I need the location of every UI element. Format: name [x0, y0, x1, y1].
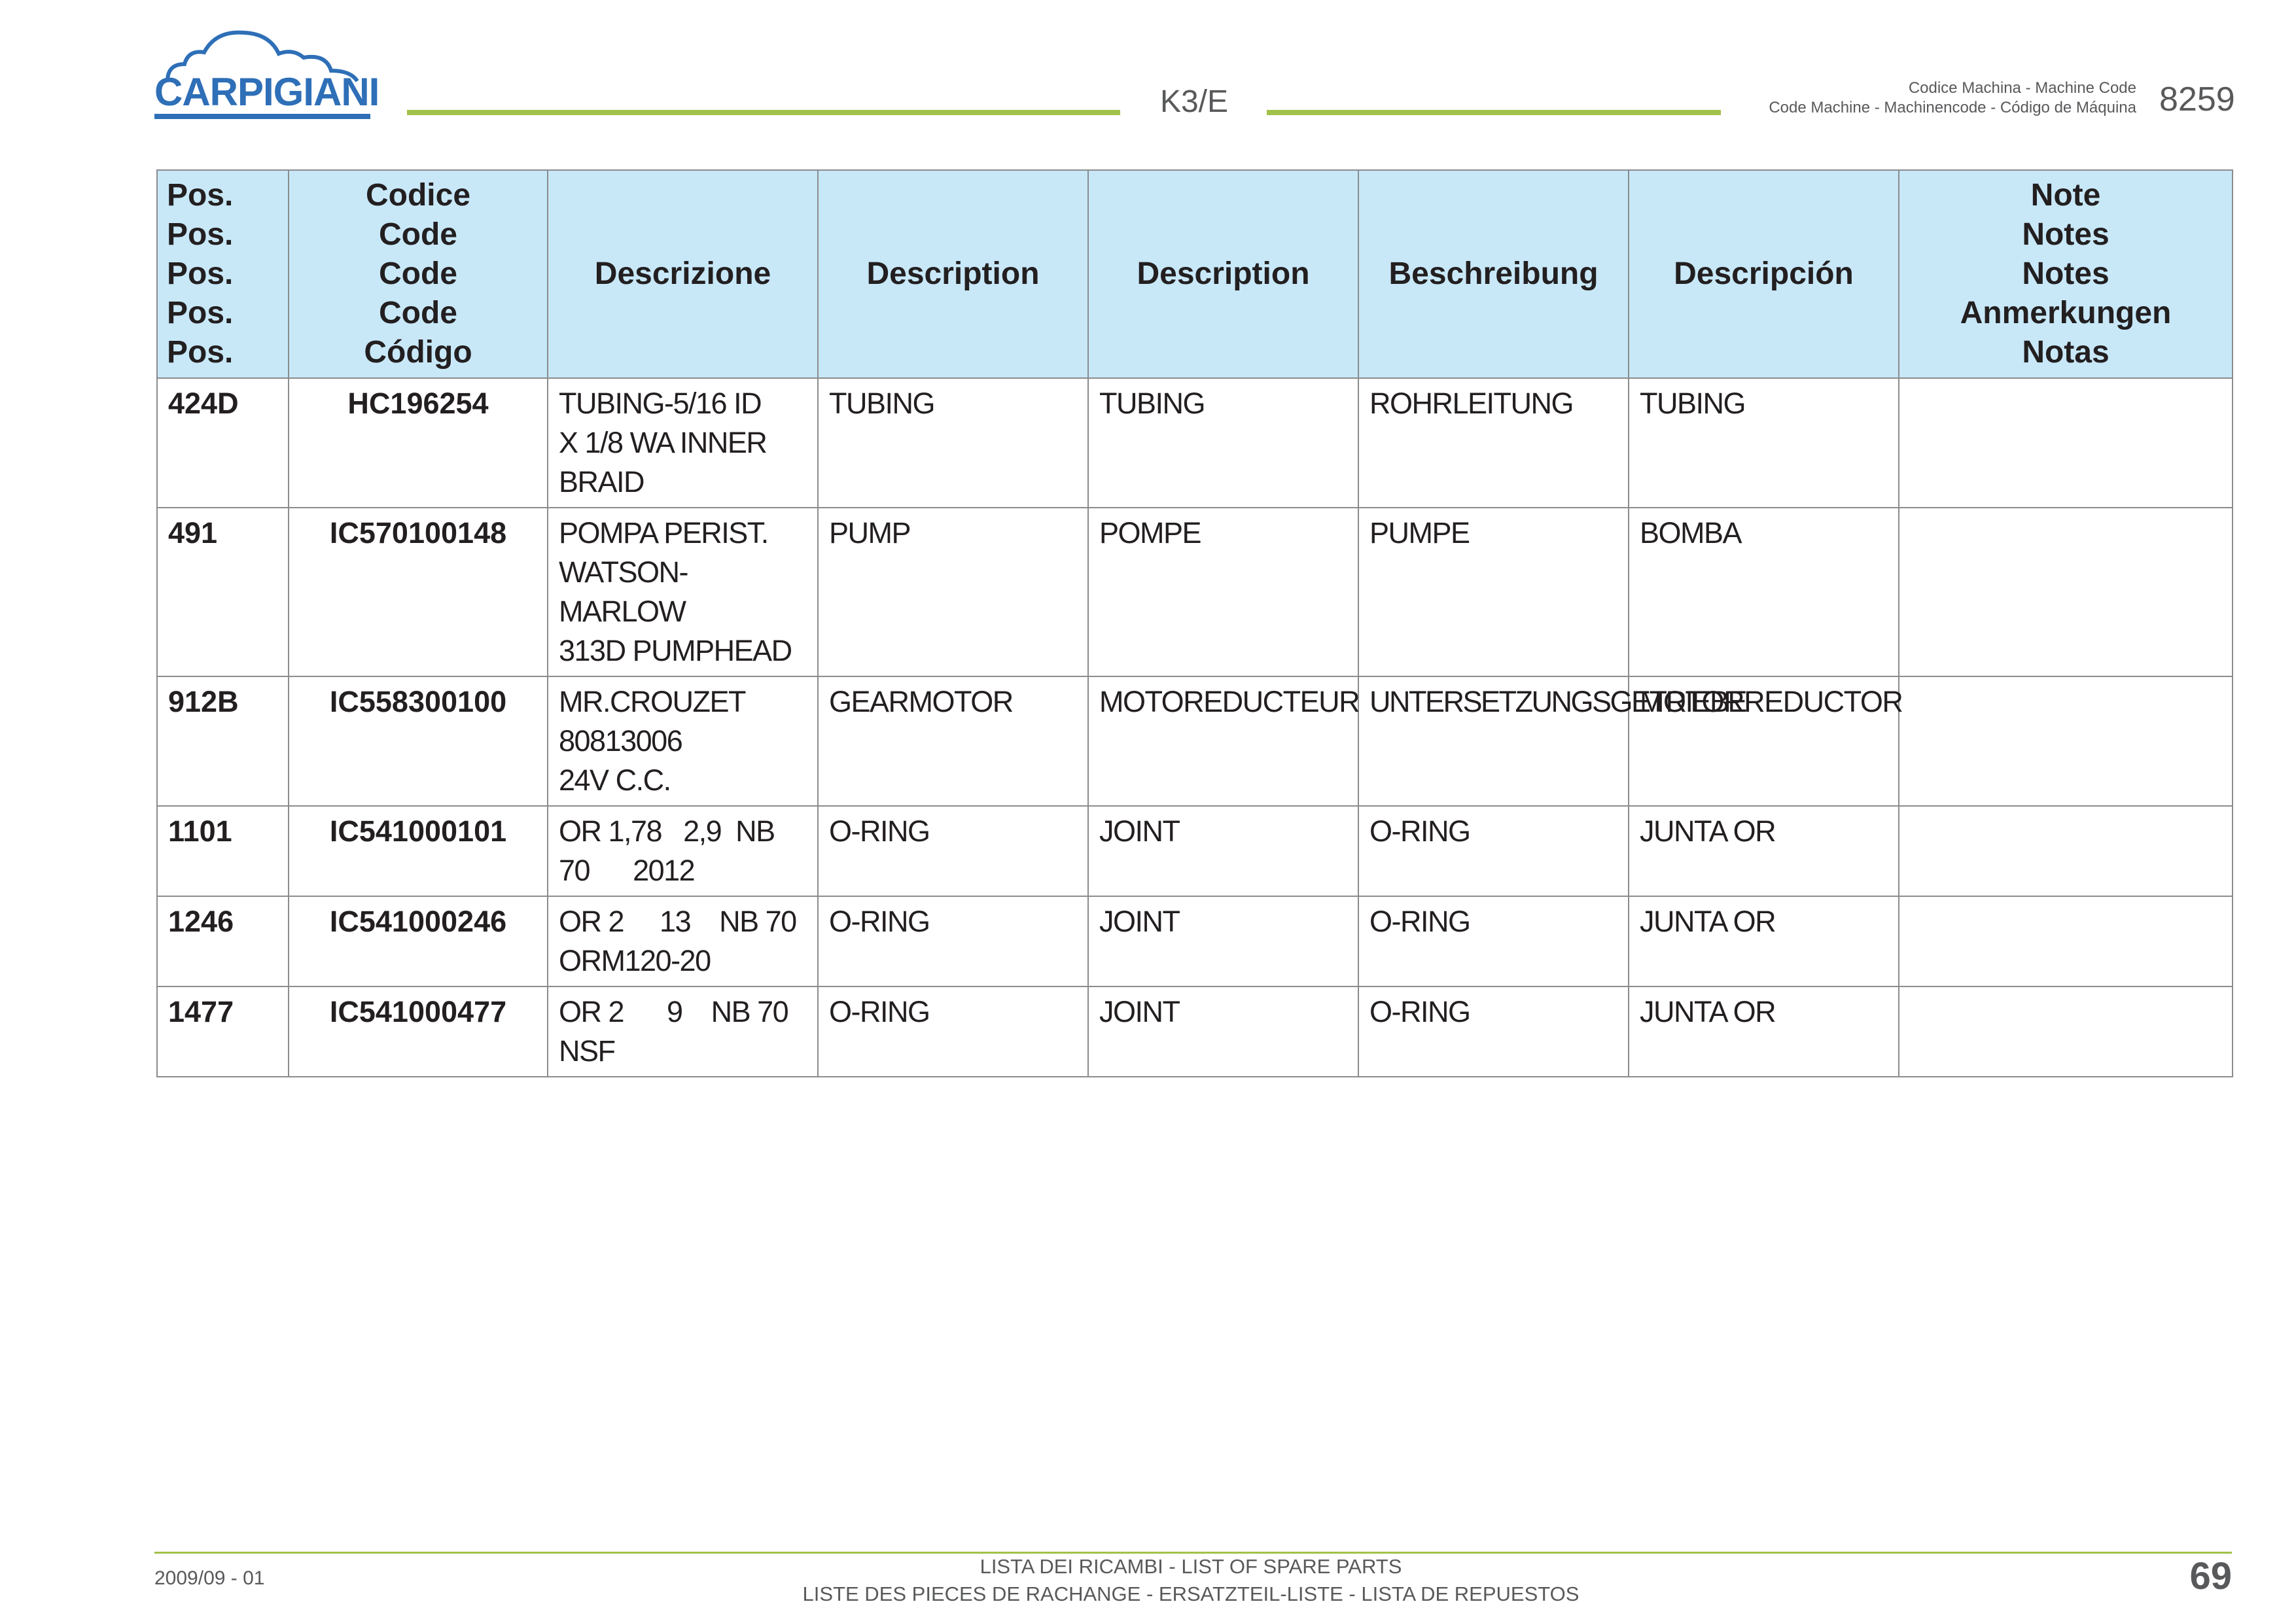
row-code: IC570100148 — [288, 507, 548, 677]
row-desc-it: POMPA PERIST. WATSON-MARLOW 313D PUMPHEA… — [547, 507, 819, 677]
table-row: 1246 IC541000246 OR 2 13 NB 70 ORM120-20… — [156, 896, 2233, 987]
machine-code-label-1: Codice Machina - Machine Code — [1908, 79, 2136, 97]
row-desc-fr: JOINT — [1087, 805, 1359, 897]
header-code: Codice Code Code Code Código — [288, 169, 548, 379]
row-pos: 1246 — [156, 896, 289, 987]
row-desc-es: JUNTA OR — [1628, 896, 1899, 987]
row-pos: 424D — [156, 377, 289, 508]
machine-code: 8259 — [2159, 80, 2235, 118]
row-note — [1898, 896, 2233, 987]
row-note — [1898, 507, 2233, 677]
header-rule-right — [1267, 110, 1721, 115]
machine-code-labels: Codice Machina - Machine Code Code Machi… — [1769, 79, 2136, 118]
row-desc-en: O-RING — [817, 986, 1089, 1077]
header-beschreibung: Beschreibung — [1358, 169, 1629, 379]
footer-date: 2009/09 - 01 — [154, 1567, 265, 1589]
row-desc-en: GEARMOTOR — [817, 676, 1089, 807]
table-row: 912B IC558300100 MR.CROUZET 80813006 24V… — [156, 676, 2233, 807]
brand-name: CARPIGIANI — [154, 70, 380, 114]
row-note — [1898, 377, 2233, 508]
row-desc-it: OR 2 13 NB 70 ORM120-20 — [547, 896, 819, 987]
row-desc-fr: POMPE — [1087, 507, 1359, 677]
row-desc-de: ROHRLEITUNG — [1358, 377, 1629, 508]
header-pos: Pos. Pos. Pos. Pos. Pos. — [156, 169, 289, 379]
row-note — [1898, 676, 2233, 807]
row-desc-fr: JOINT — [1087, 896, 1359, 987]
spare-parts-table: Pos. Pos. Pos. Pos. Pos. Codice Code Cod… — [156, 169, 2233, 1077]
row-desc-en: PUMP — [817, 507, 1089, 677]
row-desc-it: OR 2 9 NB 70 NSF — [547, 986, 819, 1077]
row-desc-en: O-RING — [817, 896, 1089, 987]
row-note — [1898, 986, 2233, 1077]
header-rule-left — [407, 110, 1120, 115]
row-pos: 1101 — [156, 805, 289, 897]
header-descripcion: Descripción — [1628, 169, 1899, 379]
row-pos: 1477 — [156, 986, 289, 1077]
row-pos: 912B — [156, 676, 289, 807]
row-desc-de: O-RING — [1358, 986, 1629, 1077]
table-row: 424D HC196254 TUBING-5/16 ID X 1/8 WA IN… — [156, 377, 2233, 508]
carpigiani-logo: CARPIGIANI — [154, 24, 380, 122]
table-row: 1101 IC541000101 OR 1,78 2,9 NB 70 2012 … — [156, 805, 2233, 897]
row-code: IC558300100 — [288, 676, 548, 807]
table-row: 1477 IC541000477 OR 2 9 NB 70 NSF O-RING… — [156, 986, 2233, 1077]
header-descrizione: Descrizione — [547, 169, 819, 379]
row-desc-it: MR.CROUZET 80813006 24V C.C. — [547, 676, 819, 807]
header-description-fr: Description — [1087, 169, 1359, 379]
footer-title-line-1: LISTA DEI RICAMBI - LIST OF SPARE PARTS — [980, 1555, 1402, 1578]
row-desc-es: BOMBA — [1628, 507, 1899, 677]
page-number: 69 — [2189, 1555, 2232, 1597]
row-desc-fr: MOTOREDUCTEUR — [1087, 676, 1360, 807]
footer-title: LISTA DEI RICAMBI - LIST OF SPARE PARTS … — [720, 1553, 1662, 1608]
header-description-en: Description — [817, 169, 1089, 379]
model-name: K3/E — [1159, 84, 1229, 119]
row-desc-es: TUBING — [1628, 377, 1899, 508]
row-note — [1898, 805, 2233, 897]
header-note: Note Notes Notes Anmerkungen Notas — [1898, 169, 2233, 379]
row-code: HC196254 — [288, 377, 548, 508]
row-pos: 491 — [156, 507, 289, 677]
row-desc-es: JUNTA OR — [1628, 805, 1899, 897]
row-desc-es: MOTORREDUCTOR — [1628, 676, 1903, 807]
logo-underline — [154, 114, 370, 119]
row-desc-en: TUBING — [817, 377, 1089, 508]
row-desc-de: PUMPE — [1358, 507, 1629, 677]
row-desc-it: TUBING-5/16 ID X 1/8 WA INNER BRAID — [547, 377, 819, 508]
row-code: IC541000477 — [288, 986, 548, 1077]
machine-code-label-2: Code Machine - Machinencode - Código de … — [1769, 99, 2136, 116]
row-desc-de: O-RING — [1358, 896, 1629, 987]
row-desc-it: OR 1,78 2,9 NB 70 2012 — [547, 805, 819, 897]
row-desc-de: UNTERSETZUNGSGETRIEBE — [1358, 676, 1748, 807]
row-desc-fr: JOINT — [1087, 986, 1359, 1077]
row-desc-es: JUNTA OR — [1628, 986, 1899, 1077]
row-desc-en: O-RING — [817, 805, 1089, 897]
row-code: IC541000246 — [288, 896, 548, 987]
table-row: 491 IC570100148 POMPA PERIST. WATSON-MAR… — [156, 507, 2233, 677]
row-desc-de: O-RING — [1358, 805, 1629, 897]
table-header-row: Pos. Pos. Pos. Pos. Pos. Codice Code Cod… — [156, 169, 2233, 379]
row-code: IC541000101 — [288, 805, 548, 897]
row-desc-fr: TUBING — [1087, 377, 1359, 508]
footer-title-line-2: LISTE DES PIECES DE RACHANGE - ERSATZTEI… — [802, 1582, 1580, 1605]
